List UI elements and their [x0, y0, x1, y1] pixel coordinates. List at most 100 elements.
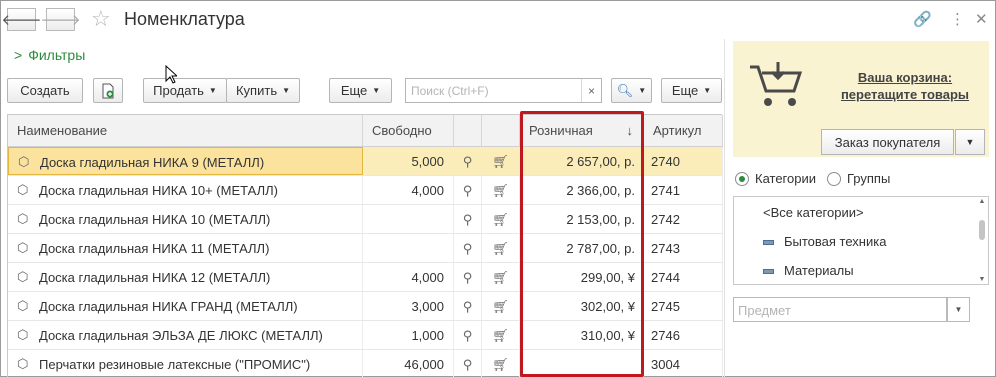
customer-order-button[interactable]: Заказ покупателя	[821, 129, 954, 155]
package-icon: ⬡	[17, 211, 29, 226]
column-header-cart[interactable]	[482, 115, 520, 146]
add-to-cart-icon[interactable]: 🛒︎	[482, 292, 520, 320]
dropdown-arrow-icon: ▼	[282, 86, 291, 95]
view-item-icon[interactable]: ⚲	[454, 292, 482, 320]
back-button[interactable]: 🡐	[1, 8, 42, 31]
free-qty-cell[interactable]: 4,000	[363, 176, 454, 204]
scroll-up-icon[interactable]: ▲	[977, 198, 987, 205]
dropdown-arrow-icon: ▼	[638, 86, 647, 95]
filters-toggle[interactable]: > Фильтры	[14, 47, 85, 63]
panel-divider	[724, 39, 725, 377]
view-item-icon[interactable]: ⚲	[454, 147, 482, 175]
search-button[interactable]: 🔍︎ ▼	[611, 78, 652, 103]
buy-label: Купить	[235, 83, 278, 98]
column-header-free[interactable]: Свободно	[363, 115, 454, 146]
chevron-right-icon: >	[14, 47, 23, 63]
category-icon	[763, 269, 774, 275]
package-icon: ⬡	[17, 298, 29, 313]
free-qty-cell[interactable]: 5,000	[363, 147, 454, 175]
cart-hint-link[interactable]: Ваша корзина: перетащите товары	[830, 69, 980, 103]
radio-categories-label: Категории	[755, 171, 816, 186]
radio-selected-icon	[735, 171, 749, 186]
add-to-cart-icon[interactable]: 🛒︎	[482, 234, 520, 262]
chevron-down-icon: ▼	[965, 137, 975, 147]
article-cell[interactable]: 2740	[644, 147, 723, 175]
column-header-name[interactable]: Наименование	[8, 115, 363, 146]
buy-button[interactable]: Купить ▼	[226, 78, 300, 103]
free-qty-cell[interactable]: 1,000	[363, 321, 454, 349]
article-cell[interactable]: 2742	[644, 205, 723, 233]
product-name-cell[interactable]: ⬡ Доска гладильная ЭЛЬЗА ДЕ ЛЮКС (МЕТАЛЛ)	[8, 321, 363, 349]
product-name: Доска гладильная ЭЛЬЗА ДЕ ЛЮКС (МЕТАЛЛ)	[39, 328, 323, 343]
customer-order-dropdown[interactable]: ▼	[955, 129, 985, 155]
view-item-icon[interactable]: ⚲	[454, 321, 482, 349]
add-to-cart-icon[interactable]: 🛒︎	[482, 321, 520, 349]
add-to-cart-icon[interactable]: 🛒︎	[482, 263, 520, 291]
product-name-cell[interactable]: ⬡ Доска гладильная НИКА 11 (МЕТАЛЛ)	[8, 234, 363, 262]
view-item-icon[interactable]: ⚲	[454, 176, 482, 204]
chevron-down-icon: ▼	[954, 305, 963, 314]
clear-search-icon[interactable]: ×	[581, 79, 601, 102]
article-cell[interactable]: 3004	[644, 350, 723, 377]
more-vertical-icon[interactable]: ⋮	[950, 10, 965, 28]
free-qty-cell[interactable]: 46,000	[363, 350, 454, 377]
view-item-icon[interactable]: ⚲	[454, 205, 482, 233]
document-plus-icon	[102, 83, 114, 98]
product-name-cell[interactable]: ⬡ Доска гладильная НИКА 10 (МЕТАЛЛ)	[8, 205, 363, 233]
free-qty-cell[interactable]: 3,000	[363, 292, 454, 320]
favorite-star-icon[interactable]: ☆	[91, 6, 111, 32]
add-to-cart-icon[interactable]: 🛒︎	[482, 176, 520, 204]
product-name-cell[interactable]: ⬡ Доска гладильная НИКА 12 (МЕТАЛЛ)	[8, 263, 363, 291]
search-input[interactable]: Поиск (Ctrl+F) ×	[405, 78, 602, 103]
subject-input[interactable]: Предмет	[733, 297, 947, 322]
category-list[interactable]: <Все категории> Бытовая техника Материал…	[733, 196, 989, 285]
product-name: Доска гладильная НИКА 12 (МЕТАЛЛ)	[39, 270, 271, 285]
more-button-1[interactable]: Еще ▼	[329, 78, 392, 103]
product-name-cell[interactable]: ⬡ Доска гладильная НИКА ГРАНД (МЕТАЛЛ)	[8, 292, 363, 320]
view-item-icon[interactable]: ⚲	[454, 350, 482, 377]
more-button-2[interactable]: Еще ▼	[661, 78, 722, 103]
sell-button[interactable]: Продать ▼	[143, 78, 227, 103]
add-to-cart-icon[interactable]: 🛒︎	[482, 350, 520, 377]
cart-icon	[750, 62, 803, 106]
retail-column-highlight	[520, 111, 644, 377]
radio-groups[interactable]: Группы	[827, 171, 890, 186]
product-name-cell[interactable]: ⬡ Доска гладильная НИКА 10+ (МЕТАЛЛ)	[8, 176, 363, 204]
category-item[interactable]: Материалы	[763, 263, 854, 278]
free-qty-cell[interactable]	[363, 205, 454, 233]
article-cell[interactable]: 2743	[644, 234, 723, 262]
column-header-view[interactable]	[454, 115, 482, 146]
link-icon[interactable]: 🔗	[913, 10, 932, 28]
radio-categories[interactable]: Категории	[735, 171, 816, 186]
category-item-all[interactable]: <Все категории>	[763, 205, 864, 220]
forward-button[interactable]: 🡒	[40, 8, 81, 31]
product-name: Доска гладильная НИКА 9 (МЕТАЛЛ)	[40, 155, 265, 170]
column-header-article[interactable]: Артикул	[644, 115, 723, 146]
article-cell[interactable]: 2744	[644, 263, 723, 291]
add-to-cart-icon[interactable]: 🛒︎	[482, 147, 520, 175]
mouse-cursor-icon	[165, 65, 177, 84]
product-name-cell[interactable]: ⬡ Доска гладильная НИКА 9 (МЕТАЛЛ)	[8, 147, 363, 175]
category-item[interactable]: Бытовая техника	[763, 234, 886, 249]
create-button[interactable]: Создать	[7, 78, 83, 103]
category-scrollbar[interactable]: ▲ ▼	[977, 198, 987, 283]
free-qty-cell[interactable]: 4,000	[363, 263, 454, 291]
scroll-down-icon[interactable]: ▼	[977, 276, 987, 283]
subject-dropdown[interactable]: ▼	[947, 297, 970, 322]
product-name: Доска гладильная НИКА ГРАНД (МЕТАЛЛ)	[39, 299, 298, 314]
close-icon[interactable]: ✕	[975, 10, 988, 28]
article-cell[interactable]: 2741	[644, 176, 723, 204]
article-cell[interactable]: 2746	[644, 321, 723, 349]
free-qty-cell[interactable]	[363, 234, 454, 262]
more-label: Еще	[671, 83, 699, 98]
add-copy-button[interactable]	[93, 78, 123, 103]
view-item-icon[interactable]: ⚲	[454, 263, 482, 291]
add-to-cart-icon[interactable]: 🛒︎	[482, 205, 520, 233]
category-label: Бытовая техника	[784, 234, 887, 249]
product-name: Доска гладильная НИКА 10 (МЕТАЛЛ)	[39, 212, 271, 227]
dropdown-arrow-icon: ▼	[208, 86, 217, 95]
product-name-cell[interactable]: ⬡ Перчатки резиновые латексные ("ПРОМИС")	[8, 350, 363, 377]
view-item-icon[interactable]: ⚲	[454, 234, 482, 262]
scroll-thumb[interactable]	[979, 220, 985, 240]
article-cell[interactable]: 2745	[644, 292, 723, 320]
